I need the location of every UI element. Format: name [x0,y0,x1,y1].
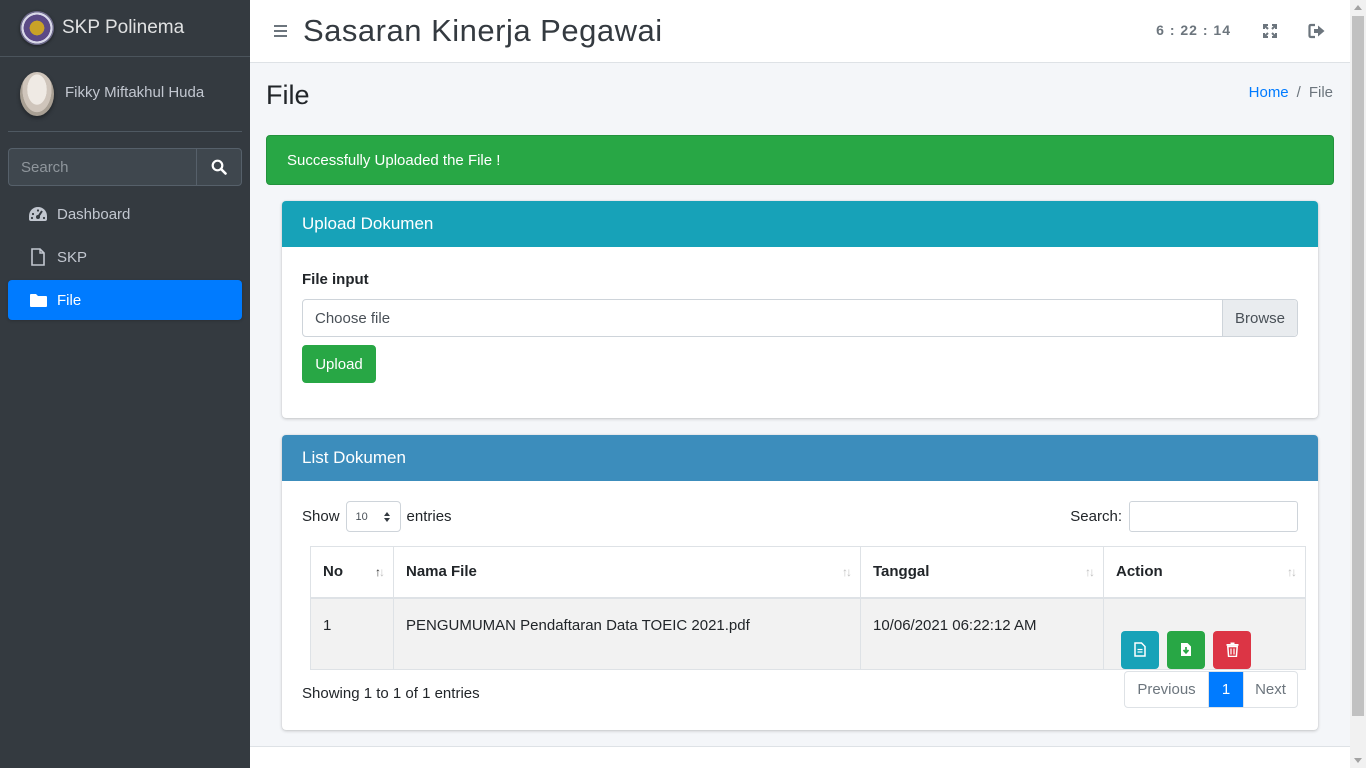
sidebar-item-label: File [57,291,82,309]
sidebar-nav: Dashboard SKP File [0,194,250,320]
breadcrumb: Home / File [1213,84,1333,101]
download-file-button[interactable] [1167,630,1205,669]
upload-card-header: Upload Dokumen [282,201,1318,247]
sort-asc-icon: ↑↓ [375,565,385,579]
column-header-tanggal[interactable]: Tanggal ↑↓ [860,546,1104,599]
page-length-value: 10 [355,510,368,523]
brand-link[interactable]: SKP Polinema [0,0,250,57]
sidebar-search [8,148,242,186]
file-input-placeholder[interactable]: Choose file [303,310,1222,327]
sidebar-search-input[interactable] [8,148,196,186]
sidebar: SKP Polinema Fikky Miftakhul Huda Dashbo… [0,0,250,768]
upload-card-title: Upload Dokumen [302,214,434,233]
footer [250,746,1350,768]
tachometer-icon [28,206,48,223]
upload-card: Upload Dokumen File input Choose file Br… [282,201,1318,418]
table-search: Search: [1070,501,1298,532]
file-text-icon [1134,642,1146,657]
view-file-button[interactable] [1121,630,1159,669]
clock: 6 : 22 : 14 [1156,22,1231,38]
success-alert: Successfully Uploaded the File ! [266,135,1334,185]
pagination: Previous 1 Next [1124,671,1298,708]
page-title: File [266,80,310,110]
file-input-label: File input [302,271,369,288]
upload-button[interactable]: Upload [302,345,376,383]
breadcrumb-current: File [1308,84,1333,101]
app-title: Sasaran Kinerja Pegawai [303,13,663,48]
page-scrollbar[interactable] [1350,0,1366,768]
sort-icon: ↑↓ [842,565,852,579]
entries-label: entries [406,508,452,525]
fullscreen-icon[interactable] [1259,20,1281,42]
table-search-input[interactable] [1129,501,1298,532]
breadcrumb-home-link[interactable]: Home [1249,84,1289,101]
column-header-no[interactable]: No ↑↓ [310,546,394,599]
browse-button[interactable]: Browse [1222,300,1297,336]
cell-no: 1 [310,597,394,670]
list-card: List Dokumen Show 10 entries Search: No … [282,435,1318,730]
table-info: Showing 1 to 1 of 1 entries [302,685,480,702]
trash-icon [1226,642,1238,657]
cell-date: 10/06/2021 06:22:12 AM [860,597,1104,670]
cell-file-name: PENGUMUMAN Pendaftaran Data TOEIC 2021.p… [393,597,861,670]
pagination-next[interactable]: Next [1243,672,1297,707]
search-label: Search: [1070,508,1122,525]
sort-icon: ↑↓ [1287,565,1297,579]
documents-table: No ↑↓ Nama File ↑↓ Tanggal ↑↓ Action ↑↓ [310,546,1306,670]
scrollbar-thumb[interactable] [1352,16,1364,716]
list-card-title: List Dokumen [302,448,406,467]
sort-icon: ↑↓ [1085,565,1095,579]
user-panel[interactable]: Fikky Miftakhul Huda [8,57,242,132]
sidebar-item-label: Dashboard [57,205,131,223]
file-download-icon [1181,643,1191,656]
list-card-header: List Dokumen [282,435,1318,481]
logout-icon[interactable] [1306,20,1328,42]
brand-text: SKP Polinema [62,17,185,38]
alert-text: Successfully Uploaded the File ! [287,151,501,169]
folder-icon [28,293,48,308]
sidebar-item-file[interactable]: File [8,280,242,320]
search-icon [211,159,227,175]
cell-actions [1103,597,1306,670]
sidebar-item-skp[interactable]: SKP [8,237,242,277]
pagination-previous[interactable]: Previous [1125,672,1209,707]
page-length-select[interactable]: 10 [345,501,401,532]
avatar [20,72,54,116]
user-name[interactable]: Fikky Miftakhul Huda [65,84,204,101]
page-length-control: Show 10 entries [302,501,452,532]
polinema-logo [20,11,54,45]
sidebar-item-label: SKP [57,248,88,266]
top-navbar: Sasaran Kinerja Pegawai 6 : 22 : 14 [250,0,1350,63]
column-header-nama-file[interactable]: Nama File ↑↓ [393,546,861,599]
select-arrows-icon [383,511,390,522]
sidebar-item-dashboard[interactable]: Dashboard [8,194,242,234]
sidebar-search-button[interactable] [196,148,242,186]
file-icon [28,248,48,266]
file-input[interactable]: Choose file Browse [302,299,1298,337]
show-label: Show [302,508,340,525]
scroll-up-arrow-icon[interactable] [1354,5,1362,10]
column-header-action[interactable]: Action ↑↓ [1103,546,1306,599]
breadcrumb-separator: / [1296,84,1301,101]
table-row: 1 PENGUMUMAN Pendaftaran Data TOEIC 2021… [310,597,1306,670]
scroll-down-arrow-icon[interactable] [1354,758,1362,763]
menu-toggle-icon[interactable] [274,25,287,37]
delete-file-button[interactable] [1213,630,1251,669]
pagination-page-1[interactable]: 1 [1209,672,1243,707]
